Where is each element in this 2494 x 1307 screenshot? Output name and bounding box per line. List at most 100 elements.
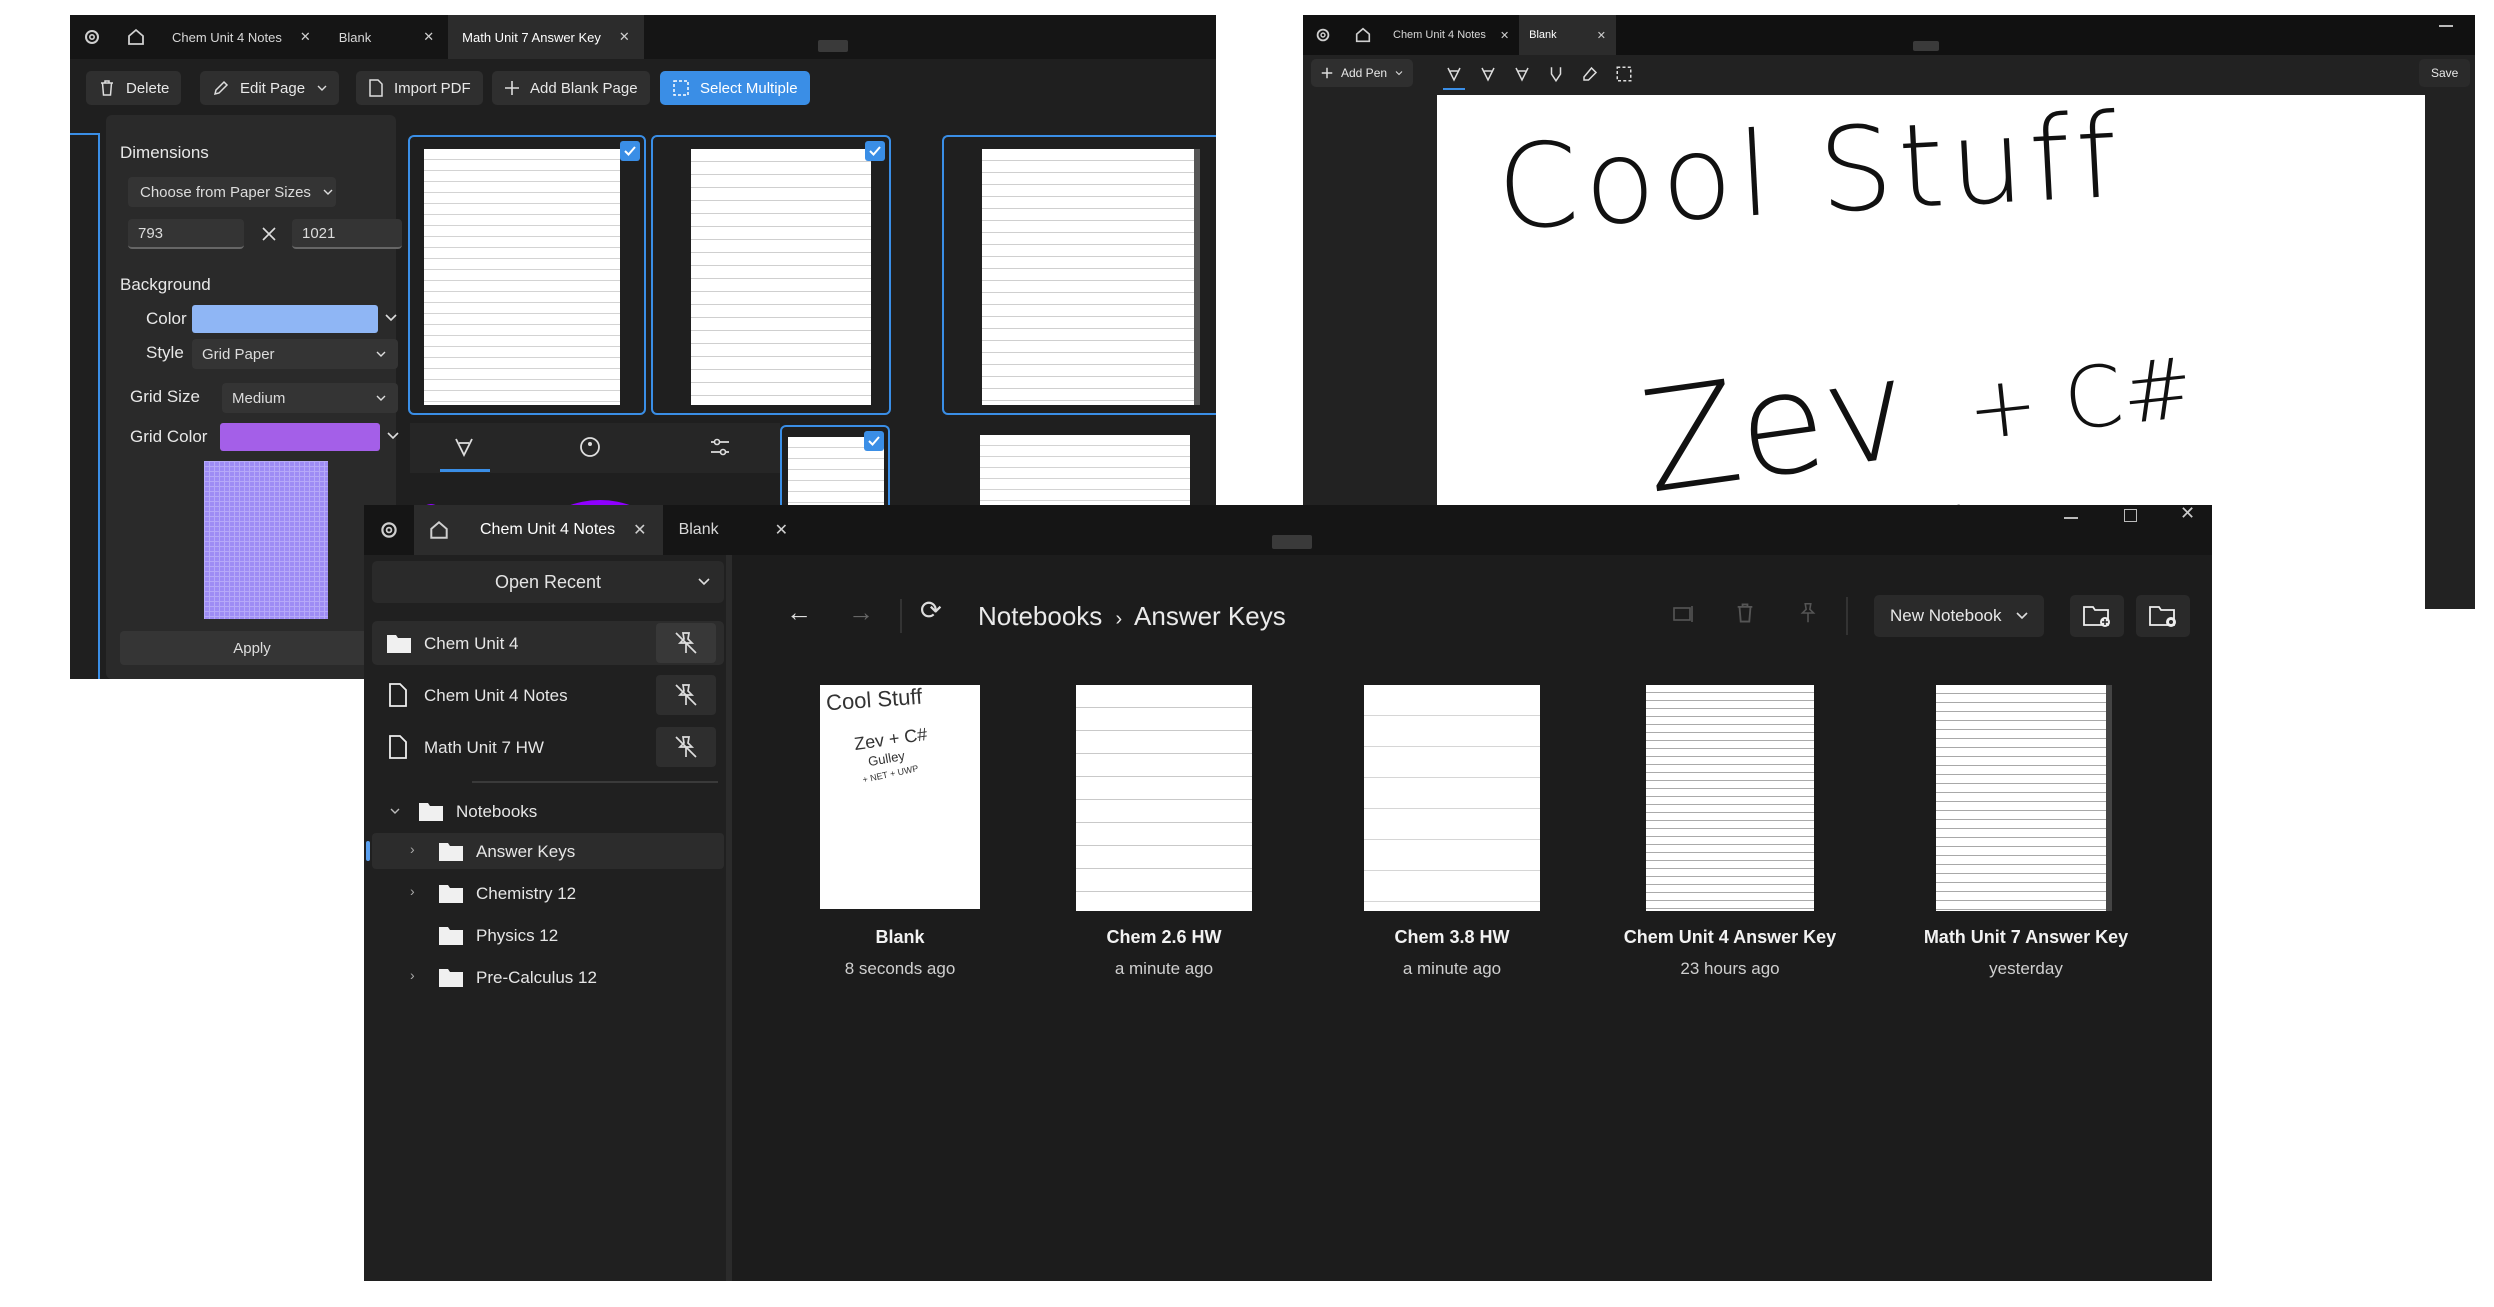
settings-icon[interactable] [70,15,114,59]
window-notebook-browser: Chem Unit 4 Notes ✕ Blank ✕ ✕ Open Recen… [364,505,2212,1281]
page-thumbnail[interactable] [408,135,646,415]
palette-icon[interactable] [578,435,602,459]
document-icon [388,683,408,707]
open-recent-dropdown[interactable]: Open Recent [372,561,724,603]
times-icon [260,225,278,243]
pen-icon[interactable] [1513,65,1531,83]
add-blank-page-button[interactable]: Add Blank Page [492,71,650,105]
grid-color-swatch[interactable] [220,423,380,451]
tab-blank[interactable]: Blank ✕ [325,15,448,59]
drag-handle[interactable] [818,40,848,52]
close-icon[interactable]: ✕ [1500,29,1509,42]
close-icon[interactable]: ✕ [1597,29,1606,42]
chevron-down-icon[interactable] [384,313,398,323]
home-icon[interactable] [114,15,158,59]
drag-handle[interactable] [1272,535,1312,549]
unpin-button[interactable] [656,675,716,715]
tree-item-pre-calculus-12[interactable]: › Pre-Calculus 12 [372,959,724,995]
checkbox-checked-icon[interactable] [620,141,640,161]
chevron-down-icon [2015,612,2028,620]
highlighter-icon[interactable] [1547,65,1565,83]
add-pen-button[interactable]: Add Pen [1311,59,1414,87]
chevron-down-icon[interactable] [390,807,400,815]
close-icon[interactable]: ✕ [619,29,630,45]
close-icon[interactable]: ✕ [633,520,646,540]
rename-icon[interactable] [1672,603,1696,625]
notebook-card[interactable]: Cool Stuff Zev + C# Gulley + NET + UWP B… [800,677,1038,1007]
close-icon[interactable]: ✕ [423,29,434,45]
chevron-down-icon[interactable] [386,431,400,441]
width-input[interactable]: 793 [128,219,244,249]
page-thumbnail[interactable] [980,431,1216,515]
tree-item-label: Pre-Calculus 12 [476,968,597,987]
trash-icon[interactable] [1734,601,1756,625]
home-icon[interactable] [1343,15,1383,55]
recent-item[interactable]: Chem Unit 4 Notes [372,673,724,717]
edit-page-button[interactable]: Edit Page [200,71,340,105]
minimize-icon[interactable] [2439,25,2453,27]
tab-chem-unit-4-notes[interactable]: Chem Unit 4 Notes ✕ [1383,15,1519,55]
delete-button[interactable]: Delete [86,71,182,105]
notebook-card[interactable]: Chem 2.6 HW a minute ago [1076,677,1316,1007]
grid-size-dropdown[interactable]: Medium [222,383,398,413]
folder-settings-button[interactable] [2136,595,2190,637]
tab-chem-unit-4-notes[interactable]: Chem Unit 4 Notes ✕ [158,15,325,59]
restore-icon[interactable] [2124,509,2137,522]
settings-icon[interactable] [364,505,414,555]
page-thumbnail[interactable] [942,135,1216,415]
paper-size-dropdown[interactable]: Choose from Paper Sizes [128,177,336,207]
notebook-card[interactable]: Chem Unit 4 Answer Key 23 hours ago [1624,677,1896,1007]
close-window-icon[interactable]: ✕ [2180,505,2195,524]
eraser-icon[interactable] [1581,65,1599,83]
tab-chem-unit-4-notes[interactable]: Chem Unit 4 Notes ✕ [464,505,663,555]
unpin-button[interactable] [656,623,716,663]
new-folder-button[interactable] [2070,595,2124,637]
page-thumbnail[interactable] [780,425,890,517]
style-dropdown[interactable]: Grid Paper [192,339,398,369]
settings-icon[interactable] [1303,15,1343,55]
pen-icon[interactable] [1479,65,1497,83]
chevron-right-icon[interactable]: › [410,967,415,983]
notebook-card[interactable]: Math Unit 7 Answer Key yesterday [1924,677,2180,1007]
notebook-card[interactable]: Chem 3.8 HW a minute ago [1364,677,1604,1007]
checkbox-checked-icon[interactable] [864,431,884,451]
breadcrumb-current[interactable]: Answer Keys [1134,601,1286,631]
refresh-icon[interactable]: ⟳ [920,595,942,626]
new-notebook-button[interactable]: New Notebook [1874,595,2044,637]
back-icon[interactable]: ← [786,597,812,628]
tree-item-physics-12[interactable]: Physics 12 [372,917,724,953]
height-input[interactable]: 1021 [292,219,402,249]
chevron-right-icon[interactable]: › [410,841,415,857]
pen-icon[interactable] [452,435,476,459]
pin-icon[interactable] [1796,601,1820,625]
pen-icon[interactable] [1445,65,1463,83]
tab-blank[interactable]: Blank ✕ [1519,15,1616,55]
import-pdf-button[interactable]: Import PDF [356,71,483,105]
drag-handle[interactable] [1913,41,1939,51]
tab-blank[interactable]: Blank ✕ [663,505,804,555]
tree-item-chemistry-12[interactable]: › Chemistry 12 [372,875,724,911]
forward-icon[interactable]: → [848,597,874,628]
tree-item-notebooks[interactable]: Notebooks [372,791,724,831]
notebook-thumbnail [1076,685,1252,911]
home-icon[interactable] [414,505,464,555]
tree-item-answer-keys[interactable]: › Answer Keys [366,833,724,869]
breadcrumb-root[interactable]: Notebooks [978,601,1102,631]
close-icon[interactable]: ✕ [300,29,311,45]
color-swatch[interactable] [192,305,378,333]
save-button[interactable]: Save [2419,59,2471,87]
tab-math-unit-7-answer-key[interactable]: Math Unit 7 Answer Key ✕ [448,15,644,59]
close-icon[interactable]: ✕ [775,520,788,540]
sliders-icon[interactable] [708,435,732,459]
apply-button[interactable]: Apply [120,631,384,665]
recent-item[interactable]: Math Unit 7 HW [372,725,724,769]
open-recent-label: Open Recent [494,571,602,592]
checkbox-checked-icon[interactable] [865,141,885,161]
unpin-button[interactable] [656,727,716,767]
chevron-right-icon[interactable]: › [410,883,415,899]
page-thumbnail[interactable] [651,135,891,415]
recent-item[interactable]: Chem Unit 4 [372,621,724,665]
minimize-icon[interactable] [2064,517,2078,519]
lasso-select-icon[interactable] [1615,65,1633,83]
select-multiple-button[interactable]: Select Multiple [660,71,810,105]
